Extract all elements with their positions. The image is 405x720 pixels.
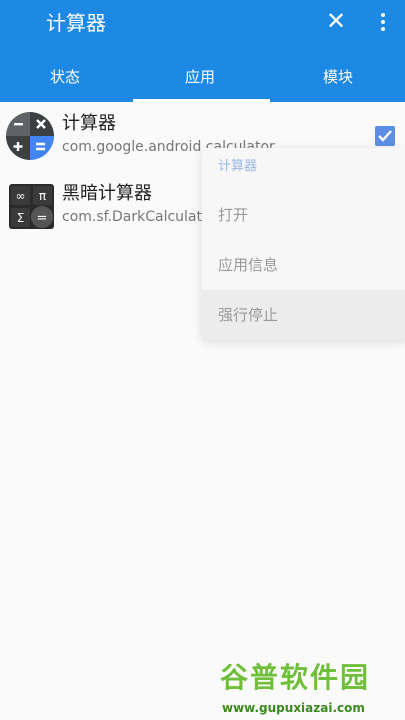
menu-item-app-info[interactable]: 应用信息 — [218, 254, 278, 276]
menu-item-force-stop[interactable]: 强行停止 — [218, 304, 278, 326]
svg-text:∞: ∞ — [16, 189, 26, 203]
tab-status[interactable]: 状态 — [30, 66, 100, 88]
app-name: 计算器 — [62, 113, 116, 134]
menu-item-open[interactable]: 打开 — [218, 204, 248, 226]
svg-text:Σ: Σ — [17, 211, 25, 225]
close-icon[interactable]: ✕ — [322, 6, 350, 36]
app-name: 黑暗计算器 — [62, 183, 152, 204]
app-package: com.sf.DarkCalculator — [62, 209, 217, 225]
google-calculator-icon — [6, 112, 54, 160]
watermark-logo: 谷普软件园 — [220, 661, 371, 694]
more-vert-icon[interactable] — [370, 6, 396, 36]
svg-text:=: = — [37, 211, 48, 226]
tab-indicator — [133, 99, 270, 102]
tab-modules[interactable]: 模块 — [303, 66, 373, 88]
dark-calculator-icon: ∞ π Σ = — [9, 184, 54, 229]
tab-apps[interactable]: 应用 — [165, 66, 235, 88]
enable-checkbox[interactable] — [375, 126, 395, 146]
watermark: 谷普软件园 www.gupuxiazai.com — [220, 658, 402, 718]
context-menu: 计算器 打开 应用信息 强行停止 — [202, 148, 405, 340]
svg-text:π: π — [39, 189, 46, 203]
menu-header: 计算器 — [218, 159, 258, 174]
page-title: 计算器 — [46, 11, 106, 35]
watermark-url: www.gupuxiazai.com — [222, 701, 365, 715]
app-bar: 计算器 ✕ 状态 应用 模块 — [0, 0, 405, 102]
